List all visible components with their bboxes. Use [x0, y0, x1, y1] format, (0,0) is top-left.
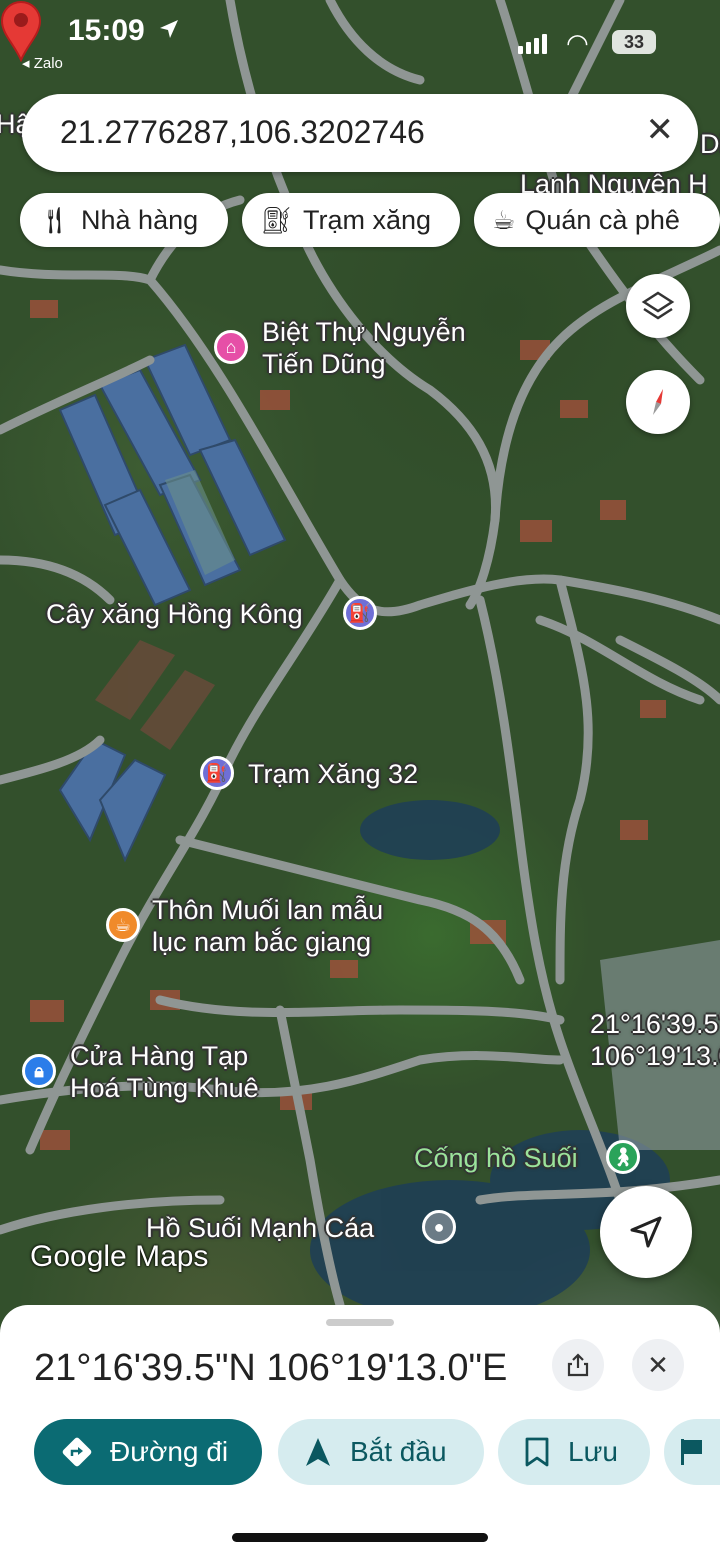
place-label-cua-hang-tap-hoa[interactable]: Cửa Hàng Tạp Hoá Tùng Khuê — [70, 1040, 259, 1104]
bookmark-icon — [525, 1437, 549, 1467]
dropped-pin-lng: 106°19'13.0 — [590, 1041, 720, 1071]
save-button[interactable]: Lưu — [498, 1419, 650, 1485]
start-button[interactable]: Bắt đầu — [278, 1419, 484, 1485]
place-bottom-sheet[interactable]: 21°16'39.5"N 106°19'13.0"E ✕ Đường đi Bắ… — [0, 1305, 720, 1557]
share-button[interactable] — [552, 1339, 604, 1391]
gas-station-icon[interactable]: ⛽ — [343, 596, 377, 630]
compass-icon — [653, 389, 663, 415]
search-bar[interactable]: 21.2776287,106.3202746 ✕ — [22, 94, 698, 172]
chip-label: Trạm xăng — [303, 204, 432, 235]
drag-handle[interactable] — [326, 1319, 394, 1326]
cellular-signal-icon — [518, 34, 550, 54]
restaurant-icon: 🍴︎ — [38, 204, 72, 235]
start-label: Bắt đầu — [350, 1436, 447, 1467]
place-coordinates: 21°16'39.5"N 106°19'13.0"E — [34, 1347, 508, 1389]
wifi-icon: ◠ — [566, 28, 589, 58]
place-label-cay-xang-hong-kong[interactable]: Cây xăng Hồng Kông — [46, 598, 303, 630]
close-button[interactable]: ✕ — [632, 1339, 684, 1391]
flag-icon — [681, 1439, 702, 1465]
place-name-line2: Hoá Tùng Khuê — [70, 1073, 259, 1103]
gas-station-icon: ⛽︎ — [260, 204, 294, 235]
layers-icon — [641, 291, 675, 320]
google-maps-attribution: Google Maps — [30, 1240, 209, 1273]
my-location-button[interactable] — [600, 1186, 692, 1278]
status-time: 15:09 — [68, 14, 145, 47]
share-icon — [567, 1353, 589, 1377]
close-icon[interactable]: ✕ — [646, 110, 675, 150]
place-name-line1: Cửa Hàng Tạp — [70, 1041, 249, 1071]
place-name-line2: Tiến Dũng — [262, 349, 386, 379]
close-icon: ✕ — [647, 1349, 669, 1380]
hiking-icon[interactable]: 🚶︎ — [606, 1140, 640, 1174]
place-label-cong-ho-suoi[interactable]: Cống hồ Suối — [414, 1142, 578, 1174]
shopping-bag-icon[interactable]: 🔒︎ — [22, 1054, 56, 1088]
compass-button[interactable] — [626, 370, 690, 434]
dropped-pin-label: 21°16'39.5" 106°19'13.0 — [590, 1008, 720, 1072]
navigation-arrow-icon — [306, 1438, 330, 1466]
battery-indicator: 33 — [612, 30, 656, 54]
more-action-button[interactable] — [664, 1419, 720, 1485]
edge-label-top-right: Diê — [700, 129, 720, 159]
home-indicator — [232, 1533, 488, 1542]
search-query[interactable]: 21.2776287,106.3202746 — [60, 114, 425, 151]
place-name-line1: Biệt Thự Nguyễn — [262, 317, 466, 347]
directions-label: Đường đi — [110, 1436, 229, 1467]
dropped-pin-lat: 21°16'39.5" — [590, 1009, 720, 1039]
chip-label: Quán cà phê — [525, 204, 680, 235]
chip-gas-station[interactable]: ⛽︎ Trạm xăng — [242, 193, 460, 247]
navigation-arrow-icon — [630, 1216, 662, 1248]
coffee-icon[interactable]: ☕ — [106, 908, 140, 942]
place-label-biet-thu[interactable]: Biệt Thự Nguyễn Tiến Dũng — [262, 316, 466, 380]
gas-station-icon[interactable]: ⛽ — [200, 756, 234, 790]
directions-button[interactable]: Đường đi — [34, 1419, 262, 1485]
landmark-icon[interactable]: ● — [422, 1210, 456, 1244]
location-arrow-icon — [160, 20, 178, 38]
place-label-tram-xang-32[interactable]: Trạm Xăng 32 — [248, 758, 418, 790]
layers-button[interactable] — [626, 274, 690, 338]
save-label: Lưu — [568, 1436, 618, 1467]
chip-restaurant[interactable]: 🍴︎ Nhà hàng — [20, 193, 228, 247]
directions-icon — [62, 1437, 92, 1467]
back-to-app-link[interactable]: ◂ Zalo — [22, 54, 63, 72]
place-label-thon-muoi[interactable]: Thôn Muối lan mẫu lục nam bắc giang — [152, 894, 383, 958]
coffee-icon: ☕︎ — [492, 204, 516, 235]
place-name-line2: lục nam bắc giang — [152, 927, 372, 957]
chip-label: Nhà hàng — [81, 204, 199, 235]
status-bar: 15:09 ◂ Zalo ◠ 33 — [0, 0, 720, 72]
place-name-line1: Thôn Muối lan mẫu — [152, 895, 384, 925]
hotel-icon[interactable]: ⌂ — [214, 330, 248, 364]
chip-coffee[interactable]: ☕︎ Quán cà phê — [474, 193, 720, 247]
